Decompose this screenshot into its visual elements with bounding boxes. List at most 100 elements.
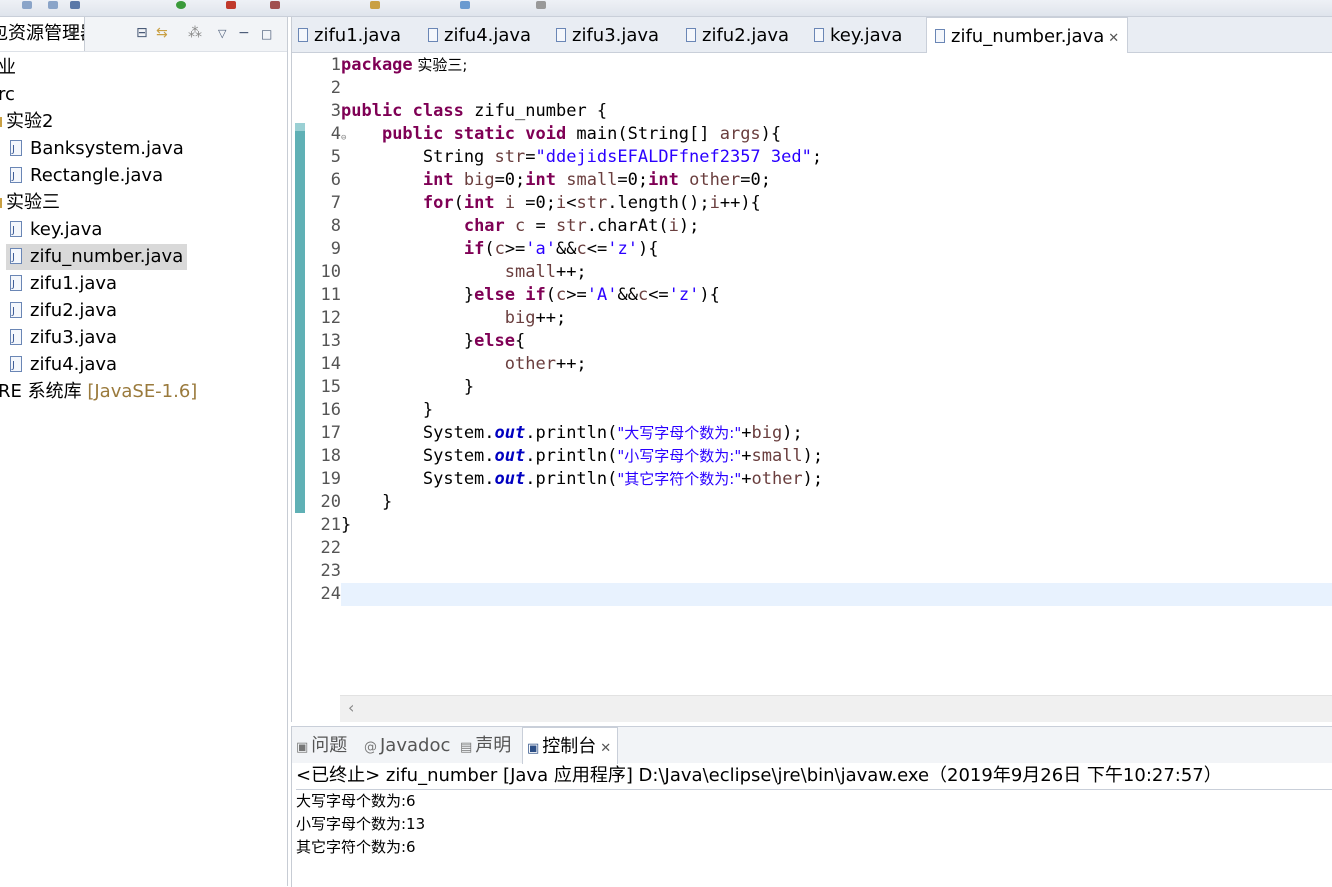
tree-item-file[interactable]: zifu2.java	[10, 298, 118, 325]
collapse-all-icon[interactable]: ⊟	[136, 25, 148, 41]
java-file-icon	[10, 299, 22, 325]
line-number: 12	[320, 308, 341, 328]
line-number: 1	[330, 55, 341, 75]
line-number: 11	[320, 285, 341, 305]
tab-label: Javadoc	[380, 735, 451, 756]
tree-item-package[interactable]: 实验2	[0, 109, 53, 135]
tree-item-label: key.java	[30, 219, 103, 240]
tab-zifu4[interactable]: zifu4.java	[428, 17, 531, 52]
tab-label: zifu2.java	[702, 25, 790, 46]
toolbar-icon[interactable]	[270, 1, 280, 9]
java-file-icon	[10, 245, 22, 271]
tree-item-file[interactable]: zifu3.java	[10, 325, 118, 352]
tree-item-src[interactable]: rc	[0, 82, 15, 108]
code-line: if(c>='a'&&c<='z'){	[463, 239, 659, 259]
run-icon[interactable]	[176, 1, 186, 9]
debug-icon[interactable]	[226, 1, 236, 9]
line-number: 18	[320, 446, 341, 466]
code-line: other++;	[504, 354, 587, 374]
explorer-header: 包资源管理器 ✕ ⊟ ⇆ ⁂ ▽ − □	[0, 17, 287, 52]
line-number: 14	[320, 354, 341, 374]
package-icon	[0, 117, 2, 127]
tree-item-package[interactable]: 实验三	[0, 190, 60, 216]
tab-key[interactable]: key.java	[814, 17, 902, 52]
tab-zifu-number[interactable]: zifu_number.java ✕	[926, 17, 1129, 53]
line-number: 13	[320, 331, 341, 351]
java-file-icon	[10, 326, 22, 352]
console-icon: ▣	[527, 741, 540, 756]
toolbar-icon[interactable]	[70, 1, 80, 9]
view-menu-icon[interactable]: ▽	[218, 27, 226, 40]
console-tabbar: ▣ 问题 @ Javadoc ▤ 声明 ▣ 控制台 ✕	[292, 727, 1332, 764]
line-number: 4 ⊖	[305, 123, 347, 146]
tree-item-file[interactable]: zifu1.java	[10, 271, 118, 298]
tree-item-file[interactable]: Rectangle.java	[10, 163, 164, 190]
tree-item-file[interactable]: key.java	[10, 217, 103, 244]
tree-item-library[interactable]: RE 系统库 [JavaSE-1.6]	[0, 379, 197, 405]
tab-label: zifu_number.java	[951, 26, 1105, 47]
tab-problems[interactable]: ▣ 问题	[296, 727, 347, 763]
code-line: System.out.println("小写字母个数为:"+small);	[341, 446, 824, 466]
tab-zifu3[interactable]: zifu3.java	[556, 17, 659, 52]
package-icon	[0, 198, 2, 208]
tree-item-project[interactable]: 业	[0, 55, 16, 81]
java-file-icon	[10, 137, 22, 163]
toolbar-icon[interactable]	[536, 1, 546, 9]
minimize-icon[interactable]: −	[238, 25, 250, 41]
line-number: 22	[320, 538, 341, 558]
java-file-icon	[428, 28, 438, 42]
line-number: 8	[330, 216, 341, 236]
current-line-highlight	[341, 583, 1332, 606]
java-file-icon	[556, 28, 566, 42]
problems-icon: ▣	[296, 740, 309, 755]
filter-icon[interactable]: ⁂	[188, 25, 202, 41]
tab-console[interactable]: ▣ 控制台 ✕	[522, 727, 619, 764]
line-number: 21	[320, 515, 341, 535]
java-file-icon	[935, 29, 945, 43]
code-area[interactable]: package 实验三; public class zifu_number { …	[341, 54, 1332, 694]
tab-zifu1[interactable]: zifu1.java	[298, 17, 401, 52]
maximize-icon[interactable]: □	[261, 27, 272, 41]
change-indicator-top	[295, 123, 305, 131]
tree-item-file-selected[interactable]: zifu_number.java	[6, 244, 188, 271]
explorer-tab[interactable]: 包资源管理器 ✕	[0, 17, 85, 51]
tree-item-label: zifu3.java	[30, 327, 118, 348]
toolbar-icon[interactable]	[460, 1, 470, 9]
close-icon[interactable]: ✕	[1108, 31, 1119, 46]
tab-zifu2[interactable]: zifu2.java	[686, 17, 789, 52]
line-number-text: 4	[330, 124, 341, 144]
console-output-line: 其它字符个数为:6	[296, 838, 416, 856]
toolbar-icon[interactable]	[48, 1, 58, 9]
line-number: 5	[330, 147, 341, 167]
horizontal-scrollbar[interactable]: ‹	[340, 695, 1332, 722]
java-file-icon	[298, 28, 308, 42]
console-output-line: 大写字母个数为:6	[296, 792, 416, 810]
tree-item-file[interactable]: Banksystem.java	[10, 136, 184, 163]
code-line: for(int i =0;i<str.length();i++){	[422, 193, 761, 213]
tree-item-label: zifu2.java	[30, 300, 118, 321]
close-icon[interactable]: ✕	[600, 741, 611, 756]
toolbar-icon[interactable]	[370, 1, 380, 9]
code-line: char c = str.charAt(i);	[463, 216, 700, 236]
line-number: 23	[320, 561, 341, 581]
line-number: 7	[330, 193, 341, 213]
code-line: }	[341, 515, 352, 535]
code-line: }	[341, 492, 393, 512]
code-line: small++;	[504, 262, 587, 282]
tree-item-label: Rectangle.java	[30, 165, 164, 186]
tab-javadoc[interactable]: @ Javadoc	[364, 727, 450, 763]
tree-item-label: zifu1.java	[30, 273, 118, 294]
code-line: }	[341, 400, 434, 420]
code-line: System.out.println("其它字符个数为:"+other);	[341, 469, 824, 489]
code-line: int big=0;int small=0;int other=0;	[422, 170, 771, 190]
code-line: public static void main(String[] args){	[381, 124, 782, 144]
toolbar-icon[interactable]	[22, 1, 32, 9]
code-line: String str="ddejidsEFALDFfnef2357 3ed";	[341, 147, 823, 167]
tree-item-file[interactable]: zifu4.java	[10, 352, 117, 379]
line-number: 17	[320, 423, 341, 443]
link-editor-icon[interactable]: ⇆	[156, 25, 168, 41]
javadoc-icon: @	[364, 740, 377, 755]
tab-declaration[interactable]: ▤ 声明	[460, 727, 511, 763]
close-icon[interactable]: ✕	[66, 17, 78, 51]
scroll-left-icon[interactable]: ‹	[348, 698, 354, 717]
